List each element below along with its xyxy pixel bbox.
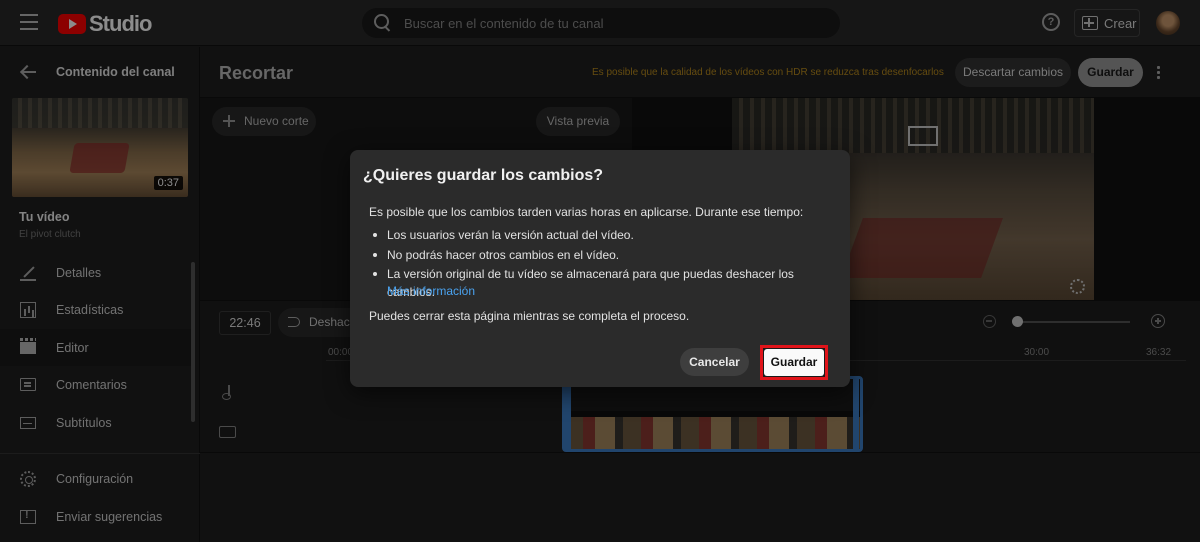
list-item: La versión original de tu vídeo se almac… xyxy=(369,265,839,299)
save-changes-dialog: ¿Quieres guardar los cambios? Es posible… xyxy=(350,150,850,387)
list-item: No podrás hacer otros cambios en el víde… xyxy=(369,246,839,266)
more-info-link[interactable]: Más información xyxy=(387,284,475,298)
save-button[interactable]: Guardar xyxy=(764,349,824,376)
dialog-title: ¿Quieres guardar los cambios? xyxy=(363,167,604,184)
dialog-note: Puedes cerrar esta página mientras se co… xyxy=(369,309,690,323)
cancel-button[interactable]: Cancelar xyxy=(680,348,749,376)
list-item: Los usuarios verán la versión actual del… xyxy=(369,226,839,246)
dialog-bullets: Los usuarios verán la versión actual del… xyxy=(369,226,839,299)
dialog-intro: Es posible que los cambios tarden varias… xyxy=(369,205,804,219)
